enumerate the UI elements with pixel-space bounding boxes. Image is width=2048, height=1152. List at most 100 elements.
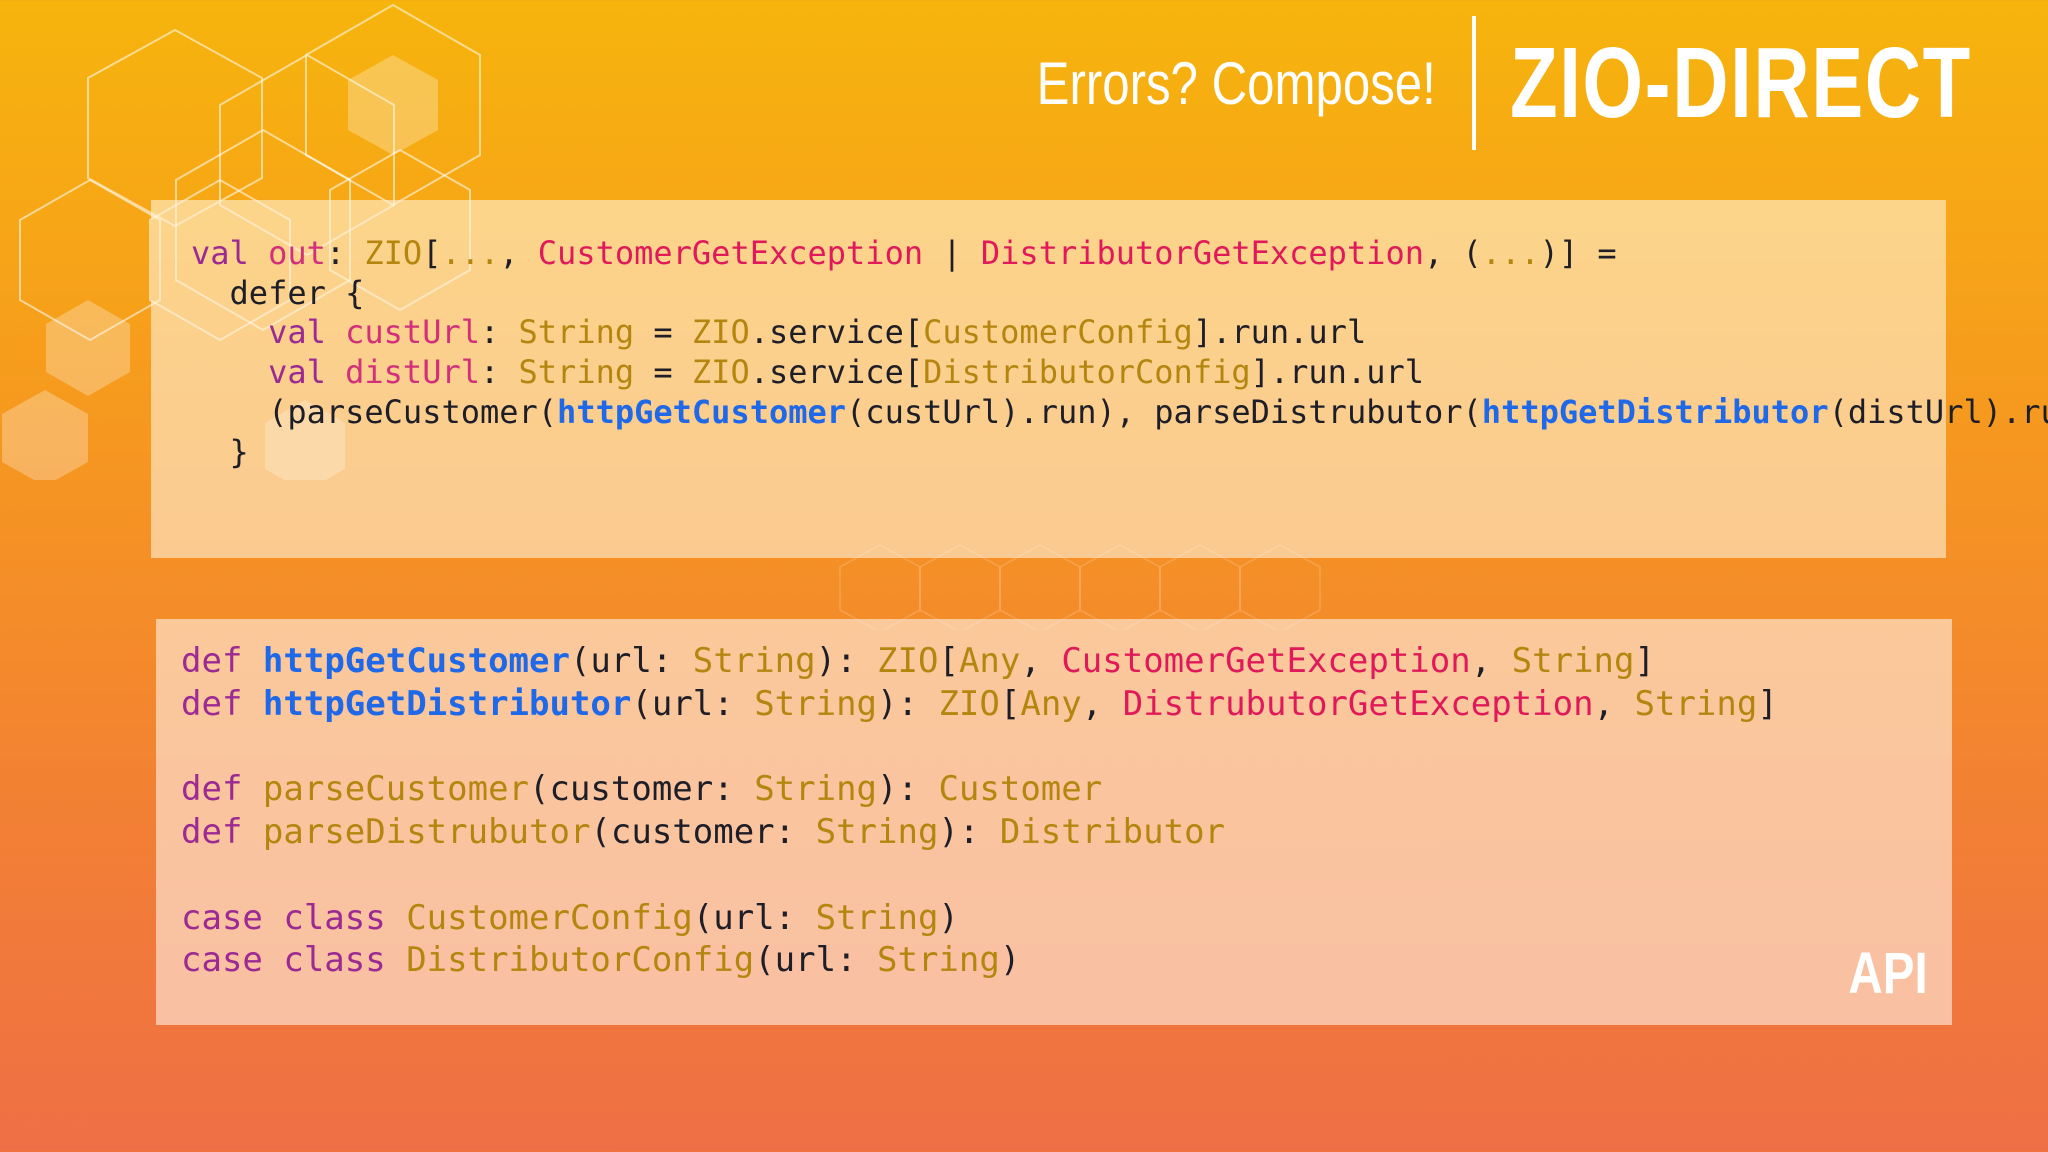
code-token: ZIO (364, 234, 423, 272)
code-line: case class DistributorConfig(url: String… (181, 939, 1778, 982)
code-token: , (1020, 641, 1062, 681)
brand-title: ZIO-DIRECT (1509, 26, 1972, 139)
code-block-api: def httpGetCustomer(url: String): ZIO[An… (181, 640, 1778, 982)
code-token: Customer (938, 769, 1103, 810)
code-token: Distributor (999, 812, 1226, 852)
code-token: ): (938, 812, 1000, 852)
code-token: val (191, 234, 249, 272)
code-token: , (499, 234, 538, 272)
code-token: DistributorGetException (980, 234, 1424, 272)
code-token: ) (999, 940, 1021, 981)
code-token: DistributorConfig (406, 940, 755, 981)
code-token: ZIO (877, 641, 939, 681)
code-token: , (1593, 683, 1635, 724)
code-line: } (191, 433, 2048, 473)
code-token: , (1470, 641, 1512, 681)
code-token: ] (1634, 641, 1655, 681)
code-token: CustomerConfig (923, 313, 1193, 352)
code-token: ): (877, 683, 939, 724)
code-token: httpGetCustomer (557, 392, 847, 431)
code-token: .service[ (749, 313, 924, 352)
code-line: def httpGetDistributor(url: String): ZIO… (181, 683, 1778, 726)
code-token: ... (1481, 234, 1540, 272)
code-token: (custUrl).run), parseDistrubutor( (846, 392, 1482, 431)
code-token: ZIO (691, 353, 750, 392)
code-token: (distUrl).run)) (1828, 392, 2048, 431)
code-token: ): (877, 769, 939, 810)
header-divider (1471, 16, 1476, 150)
code-token: String (1511, 641, 1635, 681)
code-token: [ (938, 641, 959, 681)
code-token: String (518, 353, 635, 392)
code-token: : (325, 234, 365, 272)
code-token: val (268, 353, 326, 392)
code-line: (parseCustomer(httpGetCustomer(custUrl).… (191, 393, 2048, 433)
code-token: | (923, 234, 981, 272)
code-token: (customer: (529, 769, 755, 810)
code-token: ): (815, 641, 878, 681)
code-token: def (181, 769, 243, 810)
code-line: def httpGetCustomer(url: String): ZIO[An… (181, 640, 1778, 683)
code-token: ] (1757, 683, 1778, 724)
code-token: def (181, 641, 243, 681)
code-token: httpGetCustomer (262, 641, 570, 681)
code-token: } (191, 432, 249, 471)
code-token: ZIO (691, 313, 750, 352)
code-token: String (1634, 683, 1758, 724)
code-line: val out: ZIO[..., CustomerGetException |… (191, 234, 2048, 274)
code-line: def parseCustomer(customer: String): Cus… (181, 768, 1778, 811)
code-token: (url: (754, 940, 878, 981)
code-token: CustomerGetException (537, 234, 924, 272)
code-token: (url: (569, 641, 693, 681)
code-token: String (877, 940, 1000, 981)
code-token: val (268, 313, 326, 352)
code-token: )] = (1539, 234, 1617, 272)
code-token: (customer: (590, 812, 816, 852)
code-block-usage: val out: ZIO[..., CustomerGetException |… (191, 234, 2048, 472)
code-token: defer { (191, 273, 365, 312)
code-token: DistrubutorGetException (1122, 683, 1594, 724)
code-token: httpGetDistributor (262, 683, 632, 724)
code-token: = (634, 353, 692, 392)
code-token: def (181, 683, 243, 724)
code-token: ].run.url (1250, 353, 1424, 392)
code-token: : (479, 313, 519, 352)
code-token: CustomerGetException (1061, 641, 1471, 681)
code-token: String (754, 683, 878, 724)
code-token: ... (441, 234, 500, 272)
slide-header: Errors? Compose! ZIO-DIRECT (949, 16, 2014, 150)
code-token: parseCustomer (262, 769, 530, 810)
code-token: ) (938, 897, 959, 938)
code-token: String (518, 313, 635, 352)
code-token: DistributorConfig (923, 353, 1251, 392)
code-token: = (634, 313, 692, 352)
code-token: Any (958, 641, 1021, 681)
code-line: case class CustomerConfig(url: String) (181, 897, 1778, 940)
code-token: out (268, 234, 326, 272)
code-token: (url: (631, 683, 755, 724)
code-line: val distUrl: String = ZIO.service[Distri… (191, 353, 2048, 393)
code-token: (parseCustomer( (191, 392, 558, 431)
code-token: : (479, 353, 519, 392)
code-line: val custUrl: String = ZIO.service[Custom… (191, 313, 2048, 353)
code-token: distUrl (345, 353, 480, 392)
code-token: def (181, 812, 243, 852)
code-token: httpGetDistributor (1481, 392, 1829, 431)
code-token: String (754, 769, 878, 810)
code-token: (url: (692, 897, 816, 938)
code-token: , (1081, 683, 1123, 724)
code-token: Any (1020, 683, 1082, 724)
code-token: , ( (1424, 234, 1482, 272)
